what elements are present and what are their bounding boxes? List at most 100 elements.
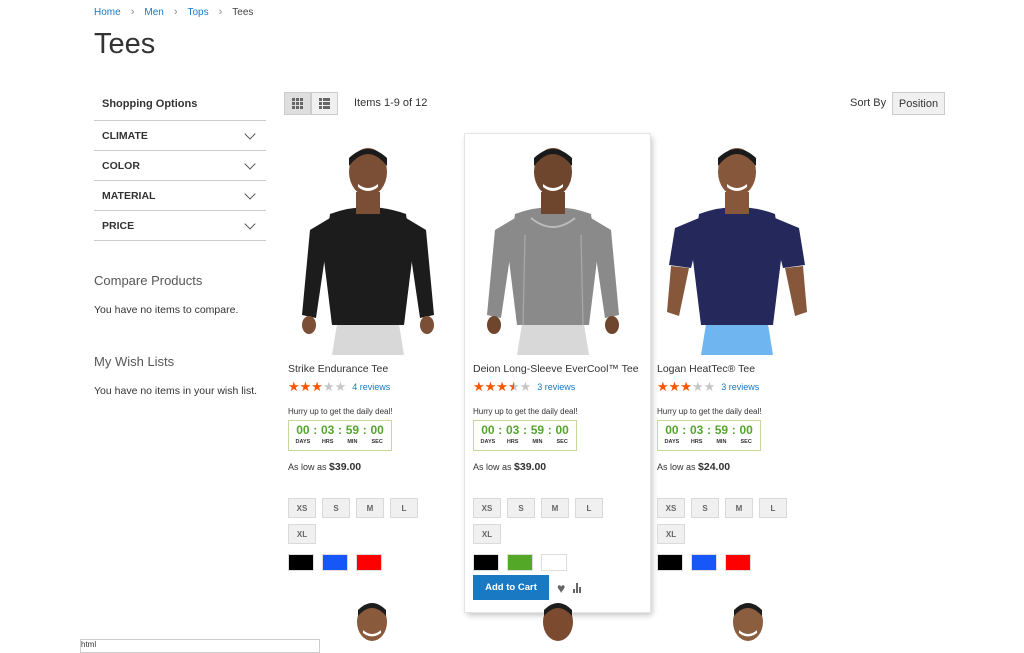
sort-by-label: Sort By [850, 97, 887, 109]
deal-hurry-text: Hurry up to get the daily deal! [473, 407, 578, 416]
countdown-days-label: DAYS [664, 439, 680, 445]
product-image[interactable] [473, 140, 633, 355]
sort-by-select[interactable]: Position [892, 92, 945, 115]
filter-climate[interactable]: CLIMATE [94, 121, 266, 151]
countdown-seconds: 00 [555, 423, 569, 437]
product-rating: ★★★★★ ★★★★★ 3 reviews [657, 380, 837, 394]
compare-icon[interactable] [573, 582, 582, 593]
wishlist-title: My Wish Lists [94, 354, 175, 369]
product-name[interactable]: Strike Endurance Tee [288, 363, 468, 375]
star-rating-icon: ★★★★★ ★★★★★ [657, 379, 716, 394]
breadcrumb-current: Tees [232, 6, 254, 18]
color-swatches [657, 554, 837, 571]
countdown-minutes: 59 [714, 423, 729, 437]
grid-mode-button[interactable] [284, 92, 311, 115]
model-photo [487, 148, 619, 355]
filter-label: CLIMATE [102, 129, 148, 142]
color-swatch[interactable] [657, 554, 683, 571]
countdown-minutes-label: MIN [532, 439, 543, 445]
breadcrumb-home[interactable]: Home [94, 7, 121, 18]
product-name[interactable]: Logan HeatTec® Tee [657, 363, 837, 375]
product-card[interactable]: Logan HeatTec® Tee ★★★★★ ★★★★★ 3 reviews… [657, 140, 837, 571]
product-image[interactable] [657, 140, 817, 355]
countdown-days: 00 [296, 423, 310, 437]
filter-price[interactable]: PRICE [94, 211, 266, 241]
star-rating-icon: ★★★★★ ★★★★★ [288, 379, 347, 394]
countdown-days: 00 [481, 423, 495, 437]
reviews-link[interactable]: 3 reviews [721, 382, 759, 392]
countdown-days-label: DAYS [480, 439, 496, 445]
size-option[interactable]: L [390, 498, 418, 518]
color-swatch[interactable] [288, 554, 314, 571]
size-options: XS S M L XL [288, 498, 428, 550]
countdown-seconds-label: SEC [556, 439, 568, 445]
size-option[interactable]: XS [473, 498, 501, 518]
size-option[interactable]: M [725, 498, 753, 518]
size-option[interactable]: S [691, 498, 719, 518]
product-rating: ★★★★★ ★★★★★ 4 reviews [288, 380, 468, 394]
list-icon [319, 98, 330, 109]
price-prefix: As low as [288, 462, 327, 472]
breadcrumb: Home › Men › Tops › Tees [94, 6, 253, 18]
list-mode-button[interactable] [311, 92, 338, 115]
product-image[interactable] [288, 140, 448, 355]
product-image-peek[interactable] [352, 598, 392, 650]
countdown-minutes-label: MIN [716, 439, 727, 445]
countdown-hours: 03 [505, 423, 520, 437]
price-value: $39.00 [329, 461, 362, 473]
breadcrumb-tops[interactable]: Tops [187, 7, 208, 18]
product-actions: Add to Cart ♥ [473, 575, 653, 600]
size-option[interactable]: XS [288, 498, 316, 518]
size-option[interactable]: XL [657, 524, 685, 544]
countdown-hours: 03 [320, 423, 335, 437]
filter-color[interactable]: COLOR [94, 151, 266, 181]
heart-icon[interactable]: ♥ [557, 580, 565, 596]
color-swatch[interactable] [691, 554, 717, 571]
compare-products-title: Compare Products [94, 273, 203, 288]
deal-hurry-text: Hurry up to get the daily deal! [657, 407, 762, 416]
color-swatch[interactable] [725, 554, 751, 571]
size-option[interactable]: L [575, 498, 603, 518]
deal-countdown: 00 DAYS : 03 HRS : 59 MIN : 00 SEC [288, 420, 392, 451]
color-swatch[interactable] [356, 554, 382, 571]
color-swatch[interactable] [473, 554, 499, 571]
size-options: XS S M L XL [473, 498, 613, 550]
reviews-link[interactable]: 3 reviews [537, 382, 575, 392]
countdown-seconds-label: SEC [371, 439, 383, 445]
product-name[interactable]: Deion Long-Sleeve EverCool™ Tee [473, 363, 653, 375]
size-option[interactable]: S [322, 498, 350, 518]
product-price: As low as $39.00 [288, 461, 468, 473]
sidebar: Shopping Options CLIMATE COLOR MATERIAL … [94, 90, 266, 397]
product-rating: ★★★★★ ★★★★★ 3 reviews [473, 380, 653, 394]
filter-material[interactable]: MATERIAL [94, 181, 266, 211]
size-option[interactable]: L [759, 498, 787, 518]
size-options: XS S M L XL [657, 498, 797, 550]
countdown-hours: 03 [689, 423, 704, 437]
size-option[interactable]: XL [288, 524, 316, 544]
product-image-peek[interactable] [728, 598, 768, 650]
deal-hurry-text: Hurry up to get the daily deal! [288, 407, 393, 416]
price-value: $24.00 [698, 461, 731, 473]
chevron-down-icon [244, 127, 256, 140]
color-swatch[interactable] [322, 554, 348, 571]
countdown-hours-label: HRS [321, 439, 334, 445]
size-option[interactable]: M [541, 498, 569, 518]
product-card[interactable]: Strike Endurance Tee ★★★★★ ★★★★★ 4 revie… [288, 140, 468, 571]
chevron-right-icon: › [173, 6, 178, 18]
size-option[interactable]: S [507, 498, 535, 518]
color-swatch[interactable] [507, 554, 533, 571]
color-swatch[interactable] [541, 554, 567, 571]
star-rating-icon: ★★★★★ ★★★★★ [473, 379, 532, 394]
breadcrumb-men[interactable]: Men [144, 7, 163, 18]
size-option[interactable]: M [356, 498, 384, 518]
reviews-link[interactable]: 4 reviews [352, 382, 390, 392]
product-card[interactable]: Deion Long-Sleeve EverCool™ Tee ★★★★★ ★★… [473, 140, 653, 600]
add-to-cart-button[interactable]: Add to Cart [473, 575, 549, 600]
size-option[interactable]: XL [473, 524, 501, 544]
product-image-peek[interactable] [538, 598, 578, 650]
product-price: As low as $24.00 [657, 461, 837, 473]
size-option[interactable]: XS [657, 498, 685, 518]
countdown-minutes: 59 [530, 423, 545, 437]
countdown-minutes: 59 [345, 423, 360, 437]
compare-products-text: You have no items to compare. [94, 304, 239, 316]
